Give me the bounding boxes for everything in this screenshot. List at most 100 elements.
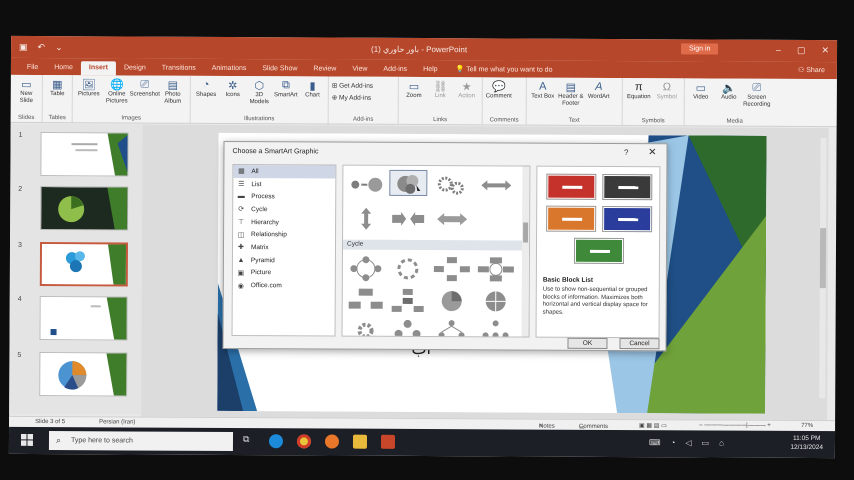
gallery-item-up-down-arrows[interactable] [347,206,385,232]
gallery-item-hub-cycle[interactable] [388,318,426,338]
gallery-item-pie-cycle[interactable] [433,288,471,314]
sign-in-button[interactable]: Sign in [681,43,719,55]
category-label: Matrix [250,244,269,252]
category-picture[interactable]: ▣ Picture [233,267,335,280]
preview-block-line [562,185,583,189]
preview-panel: Basic Block List Use to show non-sequent… [535,165,661,339]
tab-home[interactable]: Home [46,64,81,75]
gallery-item-radial-cycle[interactable] [389,288,427,314]
tab-animations[interactable]: Animations [204,65,255,76]
tab-insert[interactable]: Insert [80,61,116,76]
gallery-scrollbar[interactable] [521,166,530,337]
comment-icon: 💬 [491,80,506,93]
group-label-media: Media [726,118,743,125]
gallery-item-block-cycle[interactable] [433,256,471,282]
help-icon[interactable]: ? [624,148,629,157]
maximize-icon[interactable]: ▢ [797,45,806,56]
gallery-item-dashed-cycle[interactable] [389,256,427,282]
tab-review[interactable]: Review [305,65,344,76]
edge-icon[interactable] [268,434,284,449]
category-process[interactable]: ▬ Process [233,190,335,203]
gallery-scroll-thumb[interactable] [523,222,529,243]
category-relationship[interactable]: ◫ Relationship [233,228,335,241]
category-hierarchy[interactable]: ⊤ Hierarchy [233,216,335,229]
get-add-ins-button[interactable]: ⊞ Get Add-ins [332,82,395,90]
minimize-icon[interactable]: – [776,45,781,56]
volume-icon[interactable]: ◁ [685,438,691,447]
slide-thumbnail-5[interactable]: 5 [15,352,135,397]
undo-icon[interactable]: ↶ [38,42,46,53]
gallery-item-circle-arrow[interactable] [347,172,385,198]
firefox-icon[interactable] [324,434,340,449]
slide-thumbnail-4[interactable]: 4 [16,296,136,341]
gallery-item-segmented-pie[interactable] [477,288,515,314]
wifi-icon[interactable]: ◔ [671,438,676,447]
gallery-item-gear[interactable] [433,172,471,198]
chrome-icon[interactable] [296,434,312,449]
screenshot-label: Screenshot [129,91,160,98]
tab-file[interactable]: File [19,64,46,75]
gallery-item-basic-cycle[interactable] [347,256,385,282]
my-add-ins-button[interactable]: ⊕ My Add-ins [332,94,395,102]
customize-icon[interactable]: ⌄ [55,42,63,53]
grid-icon: ▦ [238,168,245,176]
category-office-com[interactable]: ◉ Office.com [233,279,335,292]
gallery-item-gear-cycle[interactable] [346,318,384,338]
ok-button[interactable]: OK [567,337,608,349]
video-icon: ▭ [695,81,707,94]
icons-icon: ✲ [228,79,238,92]
gallery-item-text-cycle[interactable] [477,256,515,282]
close-window-icon[interactable]: ✕ [821,45,829,56]
tell-me-label: Tell me what you want to do [466,66,553,74]
preview-block-line [618,186,639,190]
category-pyramid[interactable]: ▲ Pyramid [233,254,335,267]
clock[interactable]: 11:05 PM 12/13/2024 [790,434,823,452]
tab-view[interactable]: View [344,66,375,77]
scrollbar-thumb[interactable] [819,228,827,289]
category-list: ▦ All ☰ List ▬ Process ⟳ Cycle ⊤ Hierarchy ◫ R… [231,164,337,337]
category-cycle[interactable]: ⟳ Cycle [233,203,335,216]
language-status[interactable]: Persian (Iran) [99,419,135,425]
language-icon[interactable]: ⌂ [719,439,724,448]
close-icon[interactable]: ✕ [648,147,656,158]
tab-slide-show[interactable]: Slide Show [254,65,305,76]
slide-preview [40,131,129,177]
gallery-item-network-cycle[interactable] [476,318,514,338]
category-matrix[interactable]: ✚ Matrix [233,241,335,254]
taskbar-search[interactable]: ⌕ Type here to search [48,431,234,452]
keyboard-icon[interactable]: ⌨ [649,438,661,447]
gallery-item-tree-cycle[interactable] [432,318,470,338]
gallery-item-bidirectional-arrows[interactable] [477,172,515,198]
category-label: Office.com [250,282,282,290]
share-button[interactable]: ⚇ Share [798,66,825,74]
photo-album-icon: ▤ [167,79,179,92]
powerpoint-icon[interactable] [380,434,396,449]
category-all[interactable]: ▦ All [233,165,336,179]
slide-thumbnail-3[interactable]: 3 [16,242,136,287]
screen-recording-label: Screen Recording [743,94,771,108]
battery-icon[interactable]: ▭ [702,438,710,447]
tab-add-ins[interactable]: Add-ins [375,66,415,77]
slide-thumbnail-2[interactable]: 2 [16,186,136,231]
category-list-item[interactable]: ☰ List [233,178,335,191]
gallery-item-converging-arrows[interactable] [389,206,427,232]
category-label: Hierarchy [251,218,279,226]
view-buttons[interactable]: ▣ ▦ ▤ ▭ [639,422,667,429]
cancel-button[interactable]: Cancel [619,338,660,350]
windows-start-icon[interactable] [20,433,34,446]
vertical-scrollbar[interactable] [819,138,827,399]
task-view-icon[interactable]: ⧉ [243,434,257,448]
tab-transitions[interactable]: Transitions [154,65,204,76]
gallery-item-selected[interactable] [389,169,428,197]
tell-me-search[interactable]: 💡 Tell me what you want to do [446,65,553,78]
file-explorer-icon[interactable] [352,434,368,449]
slide-thumbnail-1[interactable]: 1 [16,132,136,177]
zoom-slider[interactable]: – ———————|——— + [699,422,771,428]
gallery-item-segmented-cycle[interactable] [347,288,385,314]
tab-design[interactable]: Design [116,64,154,75]
tab-help[interactable]: Help [415,66,445,77]
save-icon[interactable]: ▣ [19,42,28,53]
zoom-level[interactable]: 77% [801,423,813,429]
group-label-links: Links [433,117,448,124]
gallery-item-double-arrow[interactable] [433,206,471,232]
